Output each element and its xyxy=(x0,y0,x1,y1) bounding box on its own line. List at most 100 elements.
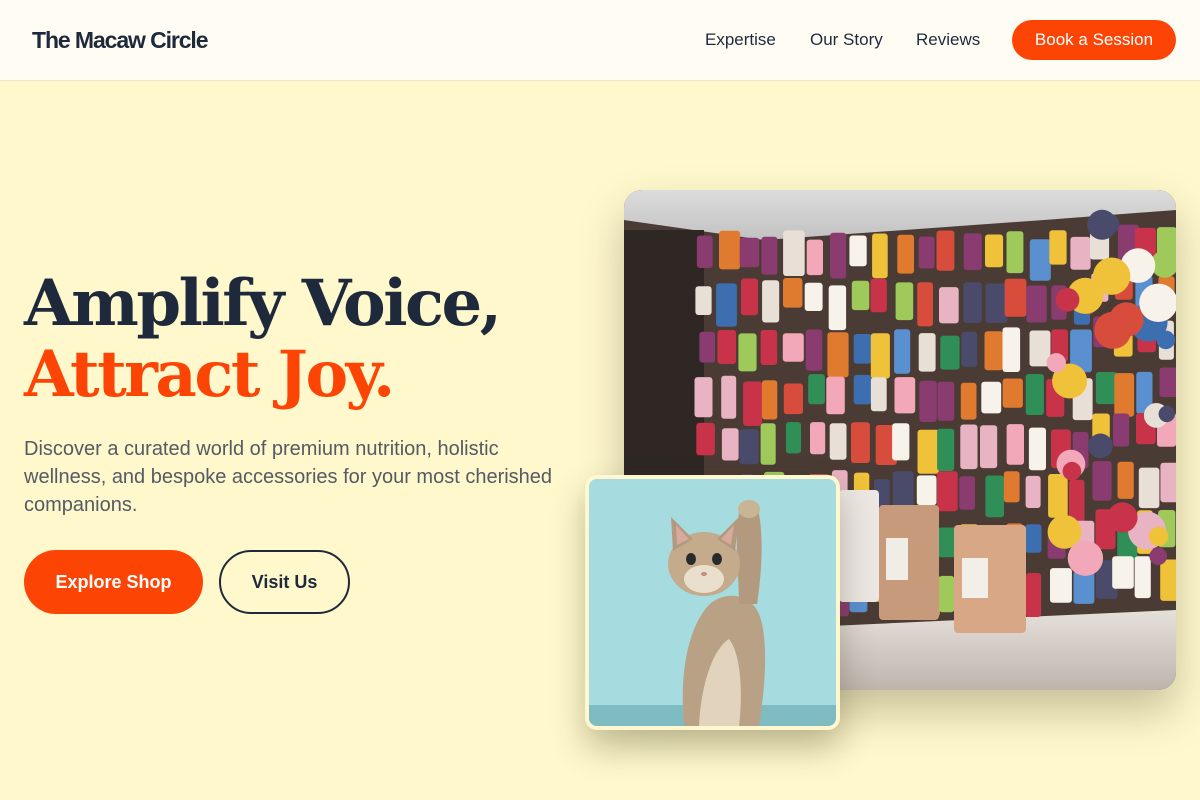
visit-us-button[interactable]: Visit Us xyxy=(219,550,350,614)
merch-item xyxy=(1029,239,1051,281)
merch-item xyxy=(1095,372,1118,405)
merch-item xyxy=(1002,378,1023,408)
merch-item xyxy=(694,377,713,418)
merch-item xyxy=(785,422,801,454)
merch-item xyxy=(739,429,759,465)
merch-item xyxy=(960,424,978,470)
merch-item xyxy=(741,278,758,316)
merch-item xyxy=(829,423,847,460)
merch-item xyxy=(743,381,763,426)
toy-item xyxy=(1062,461,1082,481)
merch-item xyxy=(738,333,757,372)
merch-item xyxy=(1049,230,1067,265)
nav-link-expertise[interactable]: Expertise xyxy=(705,30,776,50)
merch-item xyxy=(984,331,1004,371)
merch-item xyxy=(1025,374,1044,415)
merch-item xyxy=(916,475,937,506)
merch-item xyxy=(1160,462,1176,503)
merch-item xyxy=(963,233,982,271)
merch-item xyxy=(696,235,713,268)
kitten-illustration xyxy=(589,479,836,726)
merch-item xyxy=(810,422,826,455)
merch-item xyxy=(870,278,887,313)
merch-item xyxy=(937,428,955,471)
merch-item xyxy=(804,282,823,311)
merch-item xyxy=(872,233,888,279)
merch-item xyxy=(1025,524,1042,553)
merch-item xyxy=(1050,568,1072,603)
site-logo[interactable]: The Macaw Circle xyxy=(32,27,209,54)
merch-item xyxy=(1073,571,1095,604)
merch-item xyxy=(760,330,778,365)
merch-item xyxy=(851,422,870,463)
hero-headline: Amplify Voice, Attract Joy. xyxy=(24,266,502,412)
merch-item xyxy=(1002,327,1021,372)
merch-item xyxy=(963,282,982,323)
merch-item xyxy=(919,380,937,422)
merch-item xyxy=(695,286,712,315)
kitten-photo xyxy=(585,475,840,730)
merch-item xyxy=(849,235,867,267)
merch-item xyxy=(853,374,872,405)
merch-item xyxy=(897,234,914,274)
toy-item xyxy=(1088,433,1113,459)
merch-item xyxy=(719,230,741,270)
book-session-button[interactable]: Book a Session xyxy=(1012,20,1176,60)
merch-item xyxy=(870,377,887,412)
merch-item xyxy=(827,332,849,378)
merch-item xyxy=(1092,461,1112,501)
hero-subtitle: Discover a curated world of premium nutr… xyxy=(24,438,553,516)
merch-item xyxy=(937,471,958,512)
merch-item xyxy=(783,278,803,308)
merch-item xyxy=(805,329,823,371)
merch-item xyxy=(937,381,955,421)
toy-item xyxy=(1109,302,1144,337)
merch-item xyxy=(960,382,977,420)
merch-item xyxy=(1028,427,1046,471)
merch-item xyxy=(1113,413,1130,447)
toy-item xyxy=(1099,213,1120,234)
merch-item xyxy=(717,330,737,364)
toy-item xyxy=(1055,288,1080,312)
merch-item xyxy=(892,423,910,461)
merch-item xyxy=(981,381,1002,414)
merch-item xyxy=(939,575,955,613)
nav-link-our-story[interactable]: Our Story xyxy=(810,30,883,50)
merch-item xyxy=(917,282,933,327)
merch-item xyxy=(1025,475,1041,508)
nav-link-reviews[interactable]: Reviews xyxy=(916,30,980,50)
merch-item xyxy=(1134,556,1151,599)
merch-item xyxy=(940,335,960,370)
merch-item xyxy=(1070,236,1091,270)
toy-item xyxy=(1046,353,1066,373)
merch-item xyxy=(830,232,847,279)
merch-item xyxy=(1138,467,1160,509)
merch-item xyxy=(761,380,778,420)
merch-item xyxy=(1048,474,1068,518)
merch-item xyxy=(760,423,776,465)
merch-item xyxy=(828,285,847,331)
merch-item xyxy=(826,376,845,415)
merch-item xyxy=(721,375,737,419)
headline-line-2: Attract Joy. xyxy=(24,337,395,412)
merch-item xyxy=(961,331,978,367)
merch-item xyxy=(1004,278,1027,317)
merch-item xyxy=(918,236,935,269)
merch-item xyxy=(1114,373,1135,417)
merch-item xyxy=(782,333,804,362)
explore-shop-button[interactable]: Explore Shop xyxy=(24,550,203,614)
merch-item xyxy=(985,283,1008,323)
merch-item xyxy=(851,280,870,311)
merch-item xyxy=(1026,285,1047,323)
merch-item xyxy=(985,234,1004,268)
merch-item xyxy=(918,333,936,372)
headline-line-1: Amplify Voice, xyxy=(24,266,502,341)
toy-item xyxy=(1067,540,1104,576)
merch-item xyxy=(936,230,955,271)
merch-item xyxy=(761,236,778,275)
toy-item xyxy=(1107,502,1138,533)
toy-item xyxy=(1149,547,1167,566)
merch-item xyxy=(1117,461,1134,499)
merch-item xyxy=(1160,559,1176,601)
merch-item xyxy=(980,425,998,469)
